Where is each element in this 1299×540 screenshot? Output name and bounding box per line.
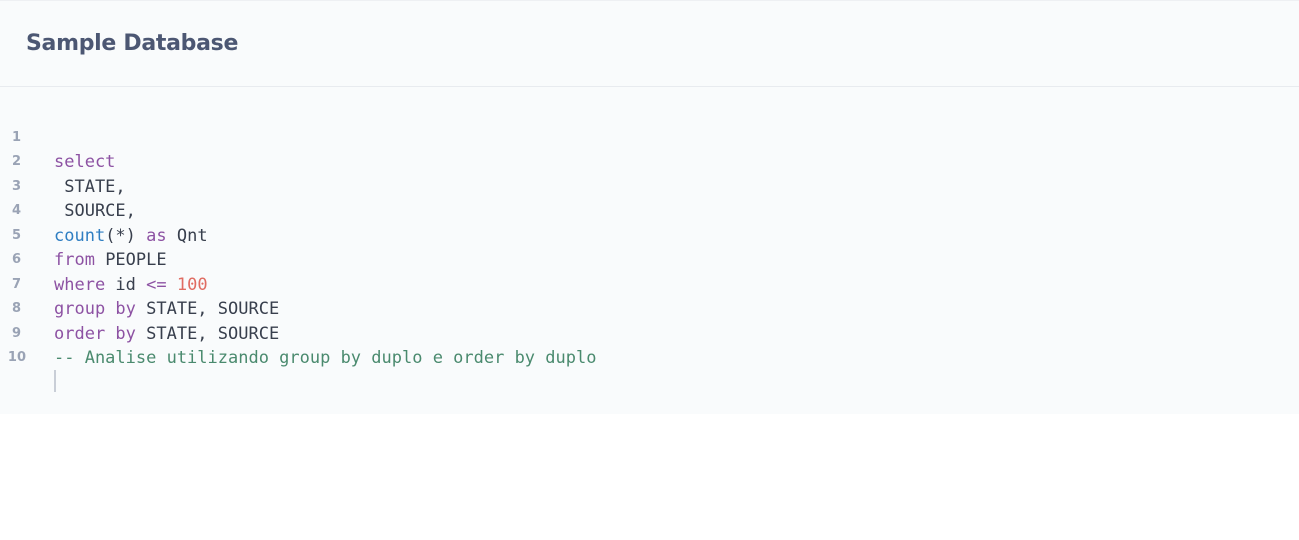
text-cursor [54, 370, 56, 392]
panel-header: Sample Database [0, 1, 1299, 87]
editor-line[interactable]: 10 [0, 322, 1299, 392]
line-number: 10 [7, 350, 26, 365]
editor-line[interactable]: 7 group by STATE, SOURCE [0, 248, 1299, 320]
code-line[interactable] [54, 370, 56, 396]
editor-line[interactable]: 9 -- Analise utilizando group by duplo e… [0, 297, 1299, 369]
comment-token: -- Analise utilizando group by duplo e o… [54, 348, 597, 368]
editor-line[interactable]: 6 where id <= 100 [0, 224, 1299, 295]
editor-line[interactable]: 3 SOURCE, [0, 150, 1299, 222]
code-line[interactable]: -- Analise utilizando group by duplo e o… [54, 346, 596, 371]
editor-line[interactable]: 4 count(*) as Qnt [0, 175, 1299, 246]
editor-line[interactable]: 8 order by STATE, SOURCE [0, 273, 1299, 344]
editor-line[interactable]: 1 select [0, 101, 1299, 173]
editor-line[interactable]: 2 STATE, [0, 126, 1299, 197]
database-title[interactable]: Sample Database [26, 31, 238, 56]
editor-line[interactable]: 5 from PEOPLE [0, 199, 1299, 271]
sql-editor[interactable]: 1 select 2 STATE, 3 SOURCE, 4 count(*) a… [0, 101, 1299, 392]
